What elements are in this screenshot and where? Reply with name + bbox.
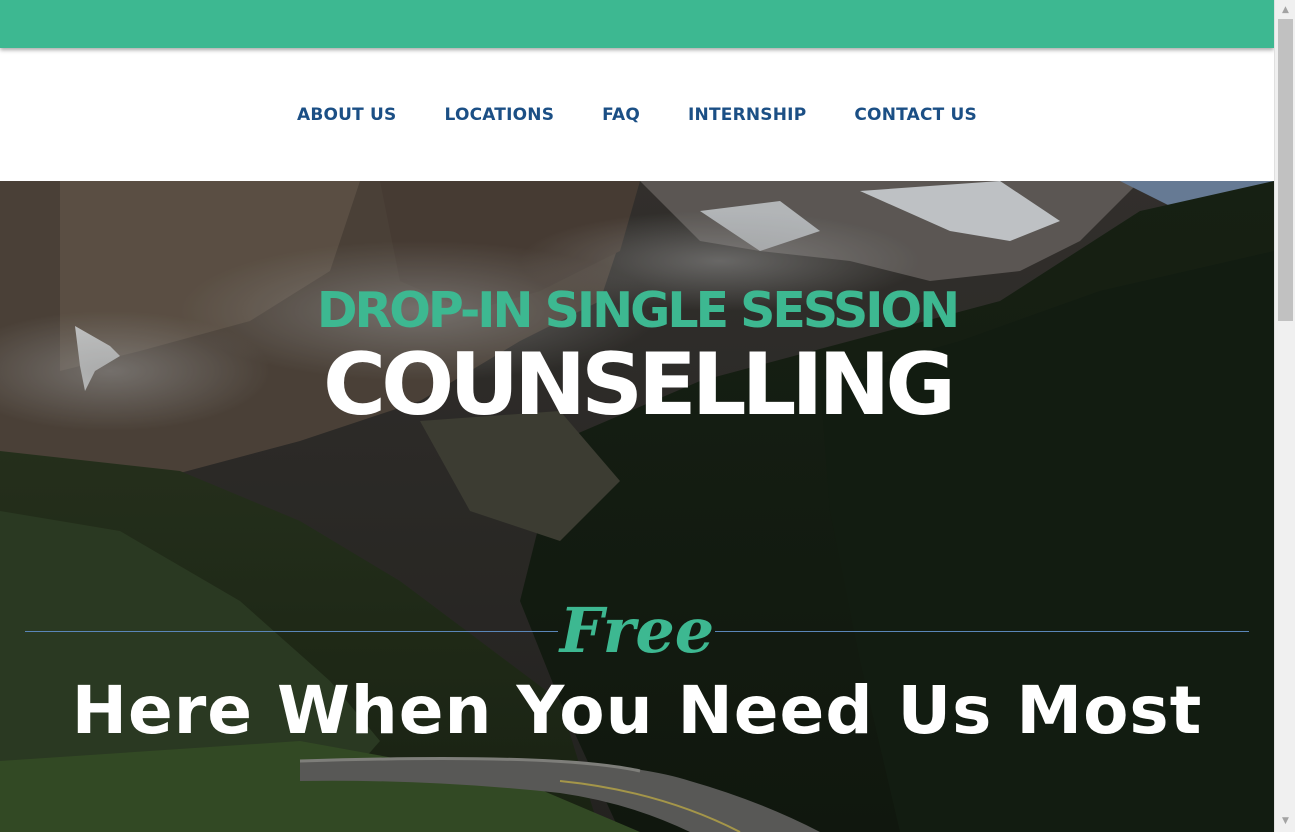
hero-banner: DROP-IN SINGLE SESSION COUNSELLING Free … (0, 181, 1274, 832)
main-navigation: ABOUT US LOCATIONS FAQ INTERNSHIP CONTAC… (0, 50, 1274, 180)
page: ABOUT US LOCATIONS FAQ INTERNSHIP CONTAC… (0, 0, 1274, 832)
triangle-up-icon[interactable]: ▲ (1275, 2, 1295, 19)
hero-title-line1: DROP-IN SINGLE SESSION (316, 282, 960, 339)
nav-faq[interactable]: FAQ (602, 105, 640, 125)
nav-internship[interactable]: INTERNSHIP (688, 105, 806, 125)
hero-headline: DROP-IN SINGLE SESSION COUNSELLING (0, 281, 1274, 431)
triangle-down-icon[interactable]: ▼ (1275, 813, 1295, 830)
free-label: Free (559, 594, 715, 667)
hero-title-line2: COUNSELLING (323, 335, 956, 435)
scrollbar-thumb[interactable] (1278, 19, 1293, 321)
vertical-scrollbar[interactable]: ▲ ▼ (1274, 0, 1295, 832)
nav-about-us[interactable]: ABOUT US (297, 105, 397, 125)
nav-contact-us[interactable]: CONTACT US (854, 105, 977, 125)
hero-tagline: Here When You Need Us Most (71, 672, 1203, 749)
nav-locations[interactable]: LOCATIONS (445, 105, 555, 125)
free-divider-row: Free (25, 593, 1249, 669)
top-accent-bar (0, 0, 1274, 48)
